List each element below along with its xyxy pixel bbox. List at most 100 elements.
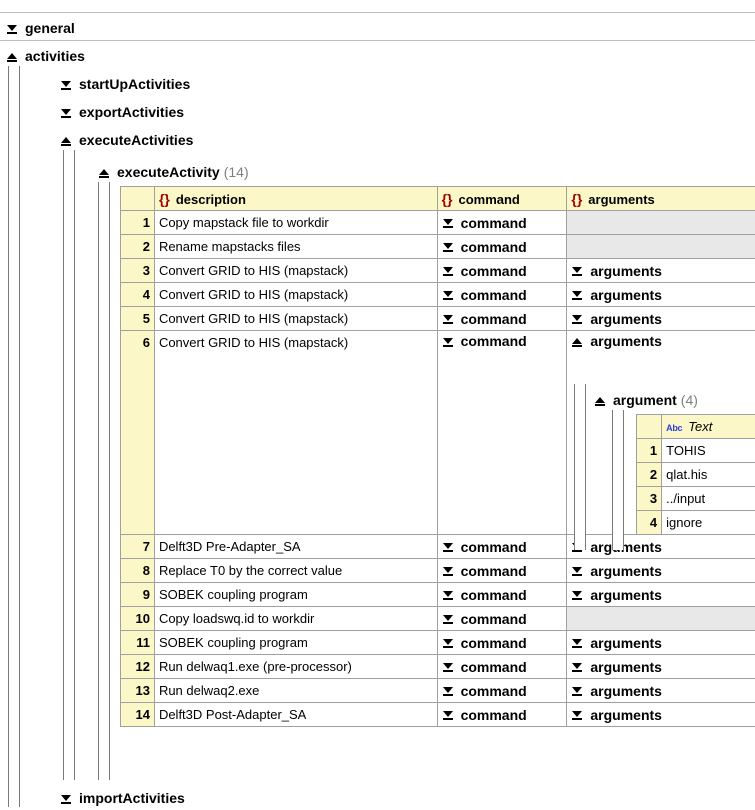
- description-cell[interactable]: Convert GRID to HIS (mapstack): [154, 283, 437, 307]
- description-cell[interactable]: Copy loadswq.id to workdir: [154, 607, 437, 631]
- description-cell[interactable]: Delft3D Post-Adapter_SA: [154, 703, 437, 727]
- table-row[interactable]: 12Run delwaq1.exe (pre-processor)command…: [121, 655, 755, 679]
- description-cell[interactable]: Copy mapstack file to workdir: [154, 211, 437, 235]
- collapse-toggle-icon[interactable]: [442, 708, 455, 721]
- argument-text-cell[interactable]: qlat.his: [662, 463, 755, 487]
- collapse-toggle-icon[interactable]: [6, 22, 19, 35]
- column-header-command[interactable]: {}command: [437, 187, 567, 211]
- arguments-cell[interactable]: arguments: [567, 535, 755, 559]
- arguments-cell[interactable]: arguments: [567, 559, 755, 583]
- description-cell[interactable]: Convert GRID to HIS (mapstack): [154, 307, 437, 331]
- table-row[interactable]: 14Delft3D Post-Adapter_SAcommandargument…: [121, 703, 755, 727]
- command-cell[interactable]: command: [437, 235, 567, 259]
- node-general[interactable]: general: [6, 16, 75, 40]
- collapse-toggle-icon[interactable]: [571, 684, 584, 697]
- command-cell[interactable]: command: [437, 331, 567, 535]
- collapse-toggle-icon[interactable]: [571, 288, 584, 301]
- command-cell[interactable]: command: [437, 655, 567, 679]
- command-cell[interactable]: command: [437, 583, 567, 607]
- collapse-toggle-icon[interactable]: [571, 636, 584, 649]
- expand-toggle-icon[interactable]: [6, 50, 19, 63]
- argument-text-cell[interactable]: TOHIS: [662, 439, 755, 463]
- table-row[interactable]: 3Convert GRID to HIS (mapstack)commandar…: [121, 259, 755, 283]
- arguments-cell[interactable]: arguments: [567, 679, 755, 703]
- description-cell[interactable]: Replace T0 by the correct value: [154, 559, 437, 583]
- column-header-description[interactable]: {}description: [154, 187, 437, 211]
- command-cell[interactable]: command: [437, 703, 567, 727]
- collapse-toggle-icon[interactable]: [442, 312, 455, 325]
- collapse-toggle-icon[interactable]: [60, 78, 73, 91]
- node-execute-activity[interactable]: executeActivity (14): [98, 160, 249, 184]
- arguments-empty-cell[interactable]: [567, 211, 755, 235]
- collapse-toggle-icon[interactable]: [571, 312, 584, 325]
- collapse-toggle-icon[interactable]: [60, 792, 73, 805]
- collapse-toggle-icon[interactable]: [571, 660, 584, 673]
- node-export-activities[interactable]: exportActivities: [60, 100, 184, 124]
- expand-toggle-icon[interactable]: [571, 335, 584, 348]
- description-cell[interactable]: Convert GRID to HIS (mapstack): [154, 331, 437, 535]
- description-cell[interactable]: SOBEK coupling program: [154, 583, 437, 607]
- collapse-toggle-icon[interactable]: [442, 540, 455, 553]
- table-row[interactable]: 7Delft3D Pre-Adapter_SAcommandarguments: [121, 535, 755, 559]
- collapse-toggle-icon[interactable]: [442, 288, 455, 301]
- collapse-toggle-icon[interactable]: [442, 612, 455, 625]
- command-cell[interactable]: command: [437, 679, 567, 703]
- table-row[interactable]: 1 TOHIS: [637, 439, 755, 463]
- collapse-toggle-icon[interactable]: [571, 708, 584, 721]
- collapse-toggle-icon[interactable]: [442, 564, 455, 577]
- description-cell[interactable]: Delft3D Pre-Adapter_SA: [154, 535, 437, 559]
- collapse-toggle-icon[interactable]: [442, 588, 455, 601]
- table-row[interactable]: 4 ignore: [637, 511, 755, 535]
- table-row[interactable]: 8Replace T0 by the correct valuecommanda…: [121, 559, 755, 583]
- arguments-cell[interactable]: arguments: [567, 259, 755, 283]
- node-import-activities[interactable]: importActivities: [60, 786, 185, 810]
- description-cell[interactable]: Rename mapstacks files: [154, 235, 437, 259]
- collapse-toggle-icon[interactable]: [571, 264, 584, 277]
- arguments-cell[interactable]: arguments: [567, 655, 755, 679]
- table-row[interactable]: 11SOBEK coupling programcommandarguments: [121, 631, 755, 655]
- arguments-cell[interactable]: arguments: [567, 283, 755, 307]
- arguments-empty-cell[interactable]: [567, 235, 755, 259]
- expand-toggle-icon[interactable]: [594, 394, 607, 407]
- collapse-toggle-icon[interactable]: [442, 240, 455, 253]
- command-cell[interactable]: command: [437, 259, 567, 283]
- node-startup-activities[interactable]: startUpActivities: [60, 72, 190, 96]
- collapse-toggle-icon[interactable]: [60, 106, 73, 119]
- collapse-toggle-icon[interactable]: [442, 660, 455, 673]
- collapse-toggle-icon[interactable]: [442, 684, 455, 697]
- table-row[interactable]: 4Convert GRID to HIS (mapstack)commandar…: [121, 283, 755, 307]
- table-row[interactable]: 10Copy loadswq.id to workdircommand: [121, 607, 755, 631]
- collapse-toggle-icon[interactable]: [442, 264, 455, 277]
- collapse-toggle-icon[interactable]: [442, 636, 455, 649]
- arguments-cell[interactable]: arguments: [567, 307, 755, 331]
- description-cell[interactable]: Convert GRID to HIS (mapstack): [154, 259, 437, 283]
- argument-text-cell[interactable]: ignore: [662, 511, 755, 535]
- node-activities[interactable]: activities: [6, 44, 85, 68]
- node-execute-activities[interactable]: executeActivities: [60, 128, 193, 152]
- collapse-toggle-icon[interactable]: [571, 588, 584, 601]
- description-cell[interactable]: Run delwaq1.exe (pre-processor): [154, 655, 437, 679]
- collapse-toggle-icon[interactable]: [442, 335, 455, 348]
- table-row[interactable]: 13Run delwaq2.execommandarguments: [121, 679, 755, 703]
- expand-toggle-icon[interactable]: [60, 134, 73, 147]
- arguments-empty-cell[interactable]: [567, 607, 755, 631]
- command-cell[interactable]: command: [437, 307, 567, 331]
- command-cell[interactable]: command: [437, 283, 567, 307]
- description-cell[interactable]: SOBEK coupling program: [154, 631, 437, 655]
- node-argument[interactable]: argument (4): [594, 388, 698, 412]
- expand-toggle-icon[interactable]: [98, 166, 111, 179]
- command-cell[interactable]: command: [437, 607, 567, 631]
- column-header-arguments[interactable]: {}arguments: [567, 187, 755, 211]
- collapse-toggle-icon[interactable]: [571, 564, 584, 577]
- table-row[interactable]: 2 qlat.his: [637, 463, 755, 487]
- arguments-cell[interactable]: arguments: [567, 583, 755, 607]
- command-cell[interactable]: command: [437, 211, 567, 235]
- arguments-cell[interactable]: arguments: [567, 703, 755, 727]
- argument-text-cell[interactable]: ../input: [662, 487, 755, 511]
- collapse-toggle-icon[interactable]: [442, 216, 455, 229]
- table-row[interactable]: 9SOBEK coupling programcommandarguments: [121, 583, 755, 607]
- command-cell[interactable]: command: [437, 535, 567, 559]
- table-row[interactable]: 1Copy mapstack file to workdircommand: [121, 211, 755, 235]
- command-cell[interactable]: command: [437, 631, 567, 655]
- table-row[interactable]: 5Convert GRID to HIS (mapstack)commandar…: [121, 307, 755, 331]
